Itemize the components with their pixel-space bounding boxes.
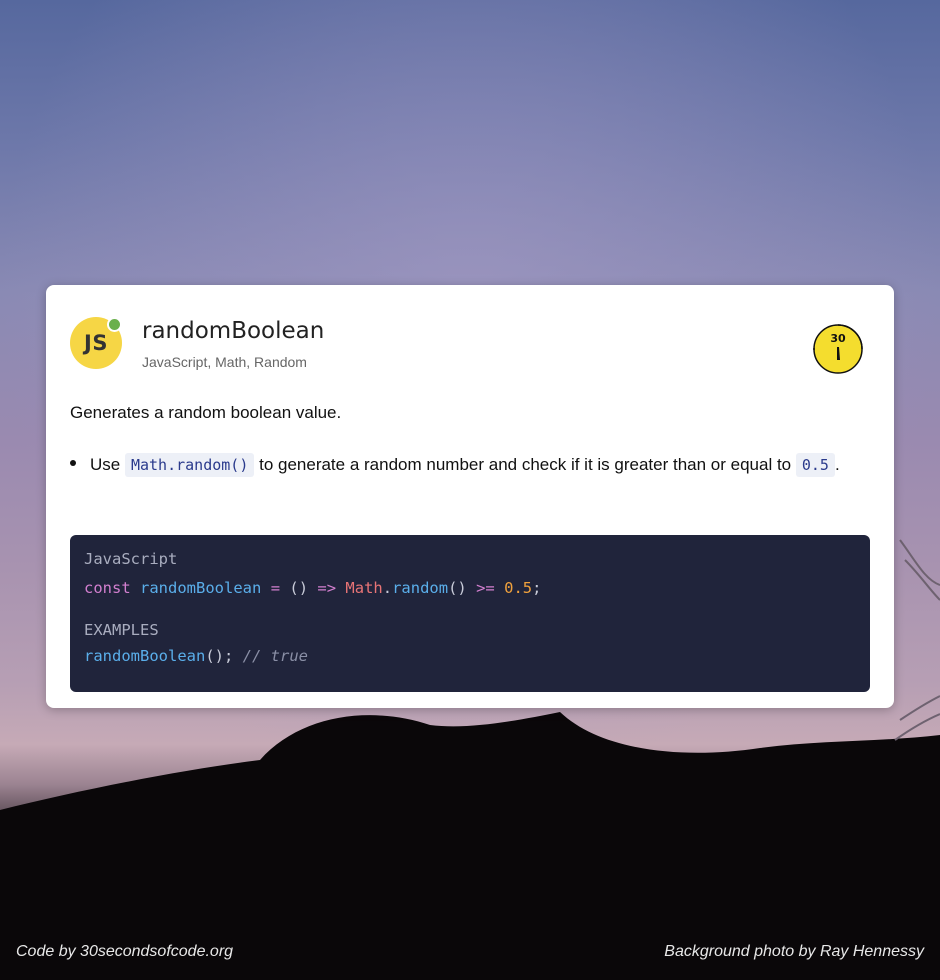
token-dot: . [382, 579, 393, 597]
explanation-text: Use Math.random() to generate a random n… [90, 447, 880, 483]
explanation-suffix: . [834, 455, 840, 474]
code-credit-link[interactable]: Code by 30secondsofcode.org [16, 943, 233, 961]
example-call: (); [205, 647, 234, 665]
example-line: randomBoolean(); // true [84, 647, 308, 665]
token-semicolon: ; [532, 579, 542, 597]
online-status-dot [107, 317, 122, 332]
snippet-title: randomBoolean [142, 318, 325, 344]
logo-text: JS [84, 331, 108, 355]
explanation-middle: to generate a random number and check if… [254, 455, 796, 474]
code-language-label: JavaScript [84, 550, 178, 568]
snippet-tags: JavaScript, Math, Random [142, 354, 307, 370]
token-assign: = [270, 579, 281, 597]
explanation-prefix: Use [90, 455, 125, 474]
token-arrow: => [317, 579, 337, 597]
token-method: random [392, 579, 449, 597]
example-comment: // true [242, 647, 308, 665]
badge-text: 30 [830, 332, 846, 345]
token-call: () [448, 579, 467, 597]
token-function-name: randomBoolean [140, 579, 262, 597]
token-keyword: const [84, 579, 131, 597]
examples-label: EXAMPLES [84, 621, 159, 639]
snippet-description: Generates a random boolean value. [70, 403, 342, 422]
example-function: randomBoolean [84, 647, 206, 665]
token-object: Math [345, 579, 383, 597]
token-gte: >= [476, 579, 495, 597]
inline-code-threshold: 0.5 [795, 453, 835, 477]
token-number: 0.5 [504, 579, 533, 597]
code-line: const randomBoolean = () => Math.random(… [84, 579, 541, 597]
inline-code-math-random: Math.random() [124, 453, 255, 477]
code-block: JavaScript const randomBoolean = () => M… [70, 535, 870, 692]
snippet-card: JS randomBoolean JavaScript, Math, Rando… [46, 285, 894, 708]
token-params: () [289, 579, 309, 597]
bullet-marker [70, 460, 76, 466]
30-seconds-badge-icon[interactable]: 30 [812, 323, 864, 375]
photo-credit-link[interactable]: Background photo by Ray Hennessy [664, 943, 924, 961]
